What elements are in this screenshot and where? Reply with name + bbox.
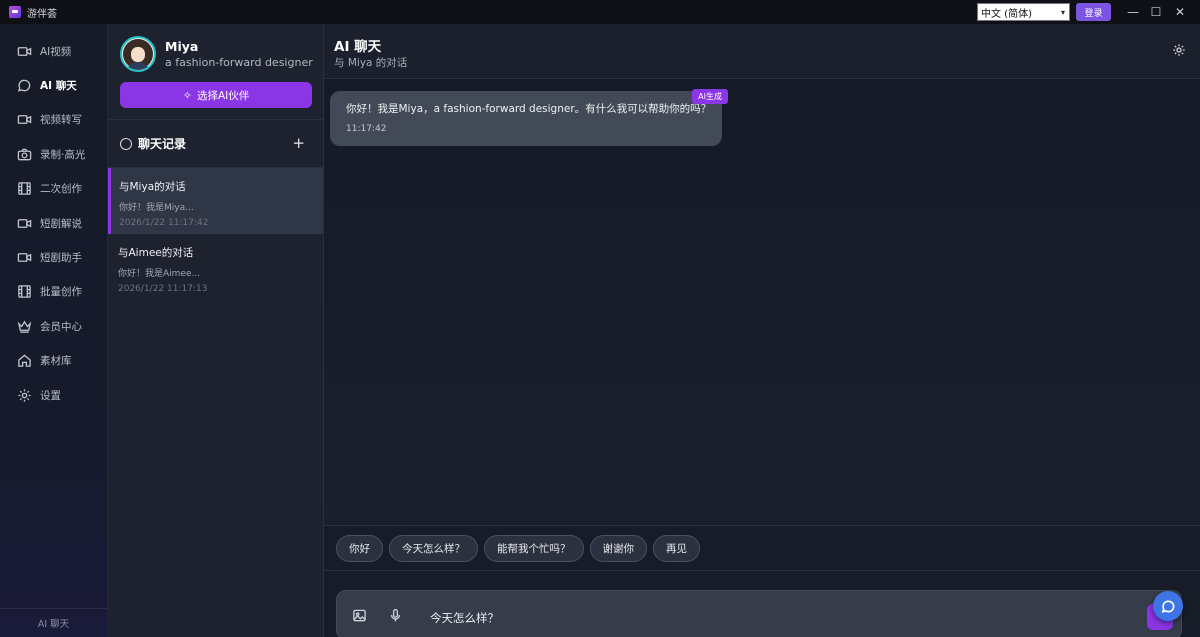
- sidebar-item-label: 会员中心: [40, 320, 82, 333]
- conversation-title: 与Aimee的对话: [118, 247, 194, 259]
- sidebar-item-batch-create[interactable]: 批量创作: [0, 275, 107, 309]
- chat-bubble-icon: [16, 78, 32, 94]
- sidebar-item-label: AI视频: [40, 45, 72, 58]
- chat-bubble-icon: [1161, 600, 1174, 613]
- minimize-button[interactable]: —: [1124, 3, 1142, 21]
- sidebar-item-label: 录制·高光: [40, 148, 86, 161]
- message-time: 11:17:42: [346, 124, 387, 134]
- microphone-icon[interactable]: [388, 608, 404, 624]
- video-camera-icon: [16, 215, 32, 231]
- home-icon: [16, 353, 32, 369]
- camera-icon: [16, 146, 32, 162]
- chat-history-title: 聊天记录: [138, 137, 187, 151]
- maximize-button[interactable]: ☐: [1147, 3, 1165, 21]
- sidebar-footer: AI 聊天: [0, 608, 107, 637]
- conversation-time: 2026/1/22 11:17:13: [118, 284, 208, 294]
- sidebar-item-ai-video[interactable]: AI视频: [0, 34, 107, 68]
- conversation-time: 2026/1/22 11:17:42: [119, 218, 209, 228]
- sidebar-item-label: 短剧助手: [40, 252, 82, 265]
- language-select-value: 中文 (简体): [981, 8, 1032, 20]
- sidebar-item-label: 视频转写: [40, 114, 82, 127]
- chat-subtitle: 与 Miya 的对话: [334, 57, 408, 69]
- message-list: 你好！我是Miya，a fashion-forward designer。有什么…: [324, 79, 1200, 525]
- sidebar-item-video-transcribe[interactable]: 视频转写: [0, 103, 107, 137]
- floating-chat-button[interactable]: [1153, 591, 1183, 621]
- conversation-preview: 你好！我是Miya...: [119, 203, 194, 213]
- title-bar: 游伴荟 中文 (简体) ▾ 登录 — ☐ ✕: [0, 0, 1200, 24]
- chat-list-panel: Miya a fashion-forward designer ✧ 选择AI伙伴…: [108, 24, 324, 637]
- quick-reply-chip[interactable]: 能帮我个忙吗？: [484, 534, 584, 562]
- app-title: 游伴荟: [27, 8, 57, 20]
- login-button[interactable]: 登录: [1076, 3, 1111, 21]
- chat-header: AI 聊天 与 Miya 的对话: [324, 24, 1200, 79]
- sidebar-item-remix[interactable]: 二次创作: [0, 172, 107, 206]
- quick-reply-chip[interactable]: 今天怎么样？: [389, 534, 478, 562]
- film-strip-icon: [16, 181, 32, 197]
- message-bubble: 你好！我是Miya，a fashion-forward designer。有什么…: [330, 89, 728, 146]
- video-camera-icon: [16, 250, 32, 266]
- language-select[interactable]: 中文 (简体) ▾: [977, 3, 1070, 21]
- page-title: AI 聊天: [334, 39, 382, 55]
- sidebar-item-label: 短剧解说: [40, 217, 82, 230]
- sidebar-item-drama-assistant[interactable]: 短剧助手: [0, 240, 107, 274]
- select-ai-companion-button[interactable]: ✧ 选择AI伙伴: [120, 82, 312, 108]
- sidebar-item-settings[interactable]: 设置: [0, 378, 107, 412]
- close-button[interactable]: ✕: [1171, 3, 1189, 21]
- sidebar-item-record-highlight[interactable]: 录制·高光: [0, 137, 107, 171]
- sidebar-item-label: 设置: [40, 389, 61, 402]
- composer: 今天怎么样？: [324, 571, 1200, 637]
- sidebar-item-membership[interactable]: 会员中心: [0, 309, 107, 343]
- chat-bubble-icon: [120, 137, 132, 150]
- message-text: 你好！我是Miya，a fashion-forward designer。有什么…: [346, 103, 712, 115]
- sidebar-item-drama-commentary[interactable]: 短剧解说: [0, 206, 107, 240]
- chevron-down-icon: ▾: [1060, 7, 1065, 17]
- select-ai-companion-label: 选择AI伙伴: [196, 89, 250, 102]
- quick-reply-chip[interactable]: 你好: [336, 534, 383, 562]
- conversation-item[interactable]: 与Miya的对话 你好！我是Miya... 2026/1/22 11:17:42: [108, 168, 323, 234]
- app-logo-icon: [9, 6, 21, 18]
- chat-main: AI 聊天 与 Miya 的对话 你好！我是Miya，a fashion-for…: [324, 24, 1200, 637]
- chat-history-header: 聊天记录 +: [108, 120, 323, 168]
- sidebar-nav: AI视频 AI 聊天 视频转写 录制·高光 二次创作 短剧解说 短剧助手 批量创…: [0, 24, 108, 637]
- companion-profile: Miya a fashion-forward designer ✧ 选择AI伙伴: [108, 24, 323, 120]
- sparkle-icon: ✧: [182, 88, 192, 102]
- ai-generated-badge: AI生成: [692, 89, 728, 104]
- sidebar-item-label: AI 聊天: [40, 80, 77, 93]
- film-strip-icon: [16, 284, 32, 300]
- conversation-preview: 你好！我是Aimee...: [118, 269, 201, 279]
- sidebar-item-label: 素材库: [40, 355, 72, 368]
- sidebar-item-asset-library[interactable]: 素材库: [0, 344, 107, 378]
- gear-icon: [16, 387, 32, 403]
- quick-reply-chip[interactable]: 再见: [653, 534, 700, 562]
- conversation-item[interactable]: 与Aimee的对话 你好！我是Aimee... 2026/1/22 11:17:…: [108, 234, 323, 300]
- image-upload-icon[interactable]: [352, 608, 368, 624]
- sidebar-item-label: 二次创作: [40, 183, 82, 196]
- new-chat-button[interactable]: +: [292, 134, 305, 152]
- gear-icon[interactable]: [1172, 42, 1186, 56]
- message-input[interactable]: 今天怎么样？: [336, 590, 1182, 637]
- companion-name: Miya: [165, 39, 199, 54]
- crown-icon: [16, 318, 32, 334]
- message-input-value: 今天怎么样？: [430, 611, 499, 625]
- avatar: [120, 36, 156, 72]
- quick-reply-chip[interactable]: 谢谢你: [589, 534, 647, 562]
- companion-description: a fashion-forward designer: [165, 56, 313, 69]
- quick-replies: 你好 今天怎么样？ 能帮我个忙吗？ 谢谢你 再见: [324, 525, 1200, 571]
- sidebar-item-label: 批量创作: [40, 286, 82, 299]
- sidebar-item-ai-chat[interactable]: AI 聊天: [0, 68, 107, 102]
- video-camera-icon: [16, 43, 32, 59]
- video-camera-icon: [16, 112, 32, 128]
- conversation-title: 与Miya的对话: [119, 181, 186, 193]
